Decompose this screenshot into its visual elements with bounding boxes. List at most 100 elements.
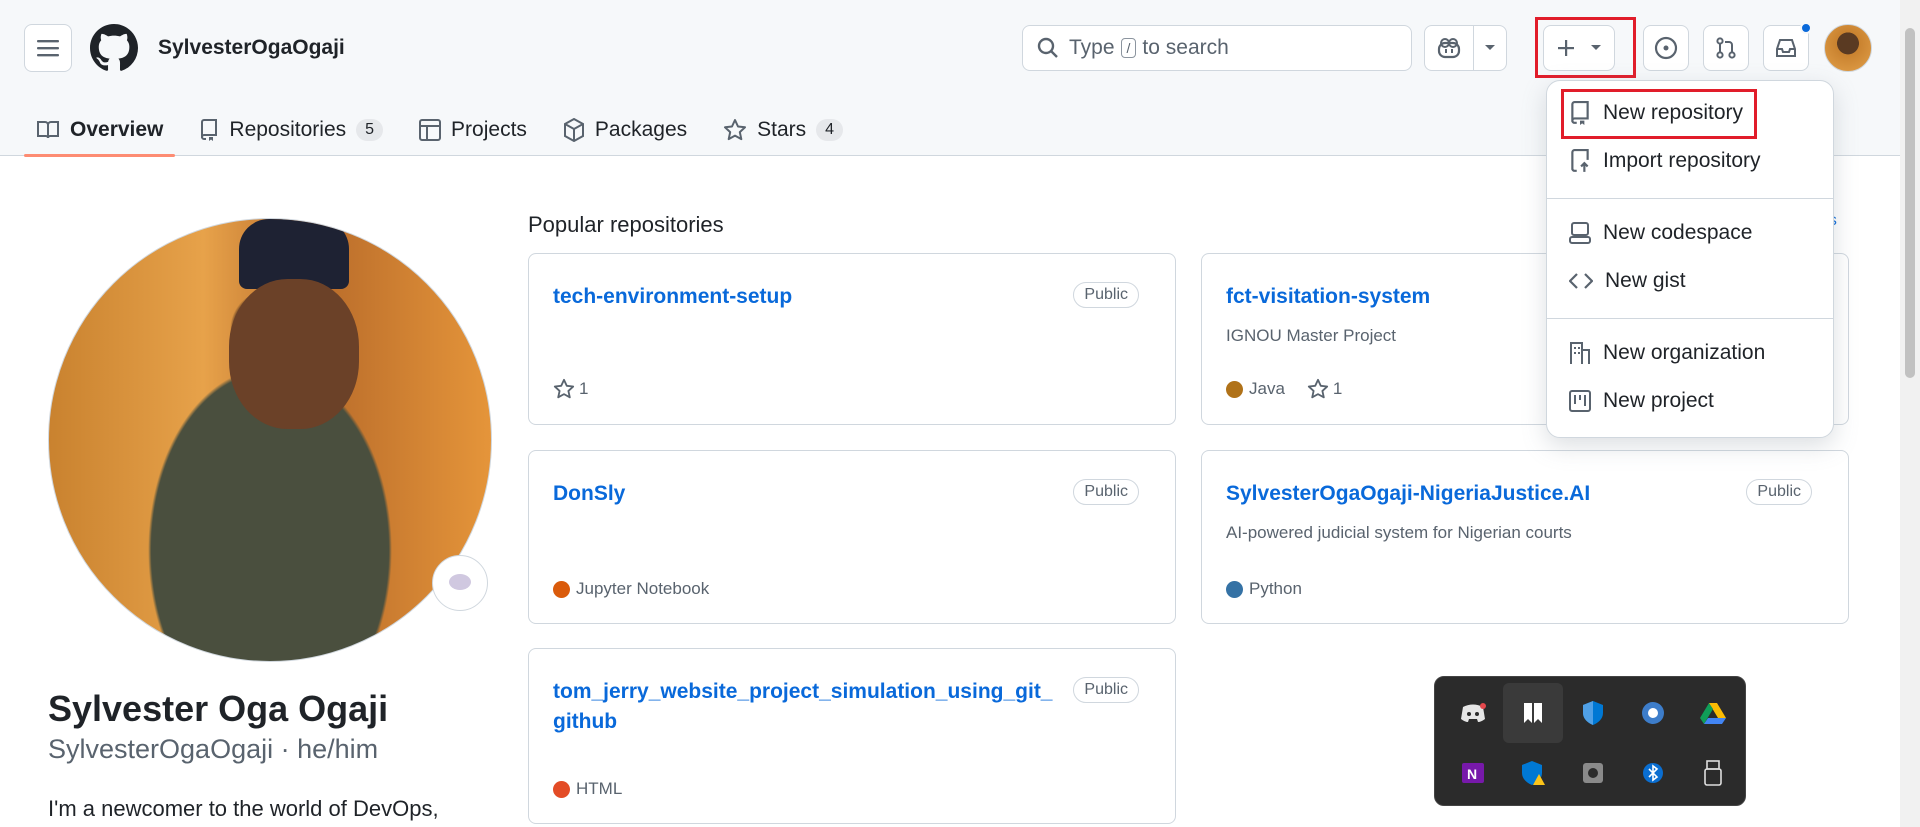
repo-name-link[interactable]: tech-environment-setup <box>553 282 1063 312</box>
language-color-dot <box>553 780 570 798</box>
smiley-icon <box>449 574 471 590</box>
menu-item-label: New gist <box>1605 269 1686 292</box>
issue-opened-icon <box>1654 36 1678 60</box>
star-count[interactable]: 1 <box>579 379 588 399</box>
repo-meta: 1 <box>553 378 588 400</box>
copilot-button[interactable] <box>1424 25 1474 71</box>
set-status-button[interactable] <box>432 555 488 611</box>
defender-icon[interactable] <box>1563 683 1623 743</box>
repo-card: tech-environment-setup Public 1 <box>528 253 1176 425</box>
repo-meta: HTML <box>553 779 622 799</box>
scrollbar-thumb[interactable] <box>1905 28 1915 378</box>
star-count[interactable]: 1 <box>1333 379 1342 399</box>
table-icon <box>1569 390 1591 412</box>
profile-bio: I'm a newcomer to the world of DevOps, <box>48 796 439 821</box>
repo-description: IGNOU Master Project <box>1226 326 1397 345</box>
codespaces-icon <box>1569 222 1591 244</box>
menu-button[interactable] <box>24 24 72 72</box>
book-icon <box>37 121 59 139</box>
profile-tabs: Overview Repositories 5 Projects Package… <box>24 104 867 157</box>
tab-label: Overview <box>70 118 164 141</box>
inbox-icon <box>1776 39 1796 57</box>
menu-divider <box>1547 198 1833 199</box>
hamburger-icon <box>37 40 59 57</box>
avatar-face <box>229 279 359 429</box>
menu-item-new-codespace[interactable]: New codespace <box>1569 221 1752 245</box>
page-scrollbar[interactable] <box>1900 0 1920 827</box>
search-shortcut-key: / <box>1120 38 1137 58</box>
tab-label: Stars <box>757 118 807 141</box>
repo-language: Jupyter Notebook <box>576 579 710 598</box>
search-placeholder-suffix: to search <box>1142 36 1229 59</box>
star-icon[interactable] <box>553 378 575 400</box>
create-button-highlight <box>1535 17 1636 78</box>
tab-projects[interactable]: Projects <box>407 104 539 156</box>
menu-item-new-organization[interactable]: New organization <box>1569 341 1765 365</box>
profile-username-link[interactable]: SylvesterOgaOgaji <box>158 36 345 60</box>
table-icon <box>419 119 442 141</box>
popular-repositories-title: Popular repositories <box>528 212 724 237</box>
menu-divider <box>1547 318 1833 319</box>
profile-avatar[interactable] <box>48 218 492 662</box>
repo-description: AI-powered judicial system for Nigerian … <box>1226 523 1572 542</box>
new-repository-highlight <box>1561 89 1757 139</box>
repo-meta: Java 1 <box>1226 378 1342 400</box>
notification-dot <box>1800 22 1812 34</box>
repo-language: Python <box>1249 579 1302 598</box>
menu-item-new-project[interactable]: New project <box>1569 389 1714 413</box>
repo-push-icon <box>1571 149 1589 172</box>
search-placeholder-prefix: Type <box>1069 36 1115 59</box>
repositories-count: 5 <box>356 119 384 141</box>
issues-button[interactable] <box>1643 25 1689 71</box>
onenote-icon[interactable]: N <box>1443 743 1503 803</box>
github-logo-icon[interactable] <box>90 24 138 72</box>
menu-item-new-gist[interactable]: New gist <box>1569 269 1686 293</box>
key-app-icon[interactable] <box>1623 683 1683 743</box>
tab-label: Projects <box>451 118 527 141</box>
visibility-badge: Public <box>1073 479 1139 505</box>
repo-name-link[interactable]: DonSly <box>553 479 1063 509</box>
tab-label: Packages <box>594 118 688 141</box>
menu-item-label: Import repository <box>1603 149 1761 172</box>
visibility-badge: Public <box>1073 282 1139 308</box>
repo-language: Java <box>1249 379 1285 398</box>
repo-language: HTML <box>576 779 623 798</box>
menu-item-import-repository[interactable]: Import repository <box>1569 149 1761 173</box>
bookmark-app-icon[interactable] <box>1503 683 1563 743</box>
menu-item-label: New codespace <box>1603 221 1753 244</box>
bluetooth-icon[interactable] <box>1623 743 1683 803</box>
code-icon <box>1569 273 1593 289</box>
usb-icon[interactable] <box>1683 743 1743 803</box>
tab-repositories[interactable]: Repositories 5 <box>187 104 395 156</box>
stars-count: 4 <box>816 119 844 141</box>
star-icon[interactable] <box>1307 378 1329 400</box>
repo-name-link[interactable]: tom_jerry_website_project_simulation_usi… <box>553 677 1063 737</box>
tab-packages[interactable]: Packages <box>551 104 699 156</box>
google-drive-icon[interactable] <box>1683 683 1743 743</box>
menu-item-label: New project <box>1603 389 1714 412</box>
svg-text:N: N <box>1467 766 1477 782</box>
repo-meta: Jupyter Notebook <box>553 579 709 599</box>
language-color-dot <box>1226 380 1243 398</box>
pull-requests-button[interactable] <box>1703 25 1749 71</box>
copilot-dropdown-button[interactable] <box>1473 25 1507 71</box>
git-pull-request-icon <box>1716 37 1736 59</box>
profile-login-pronouns: SylvesterOgaOgaji · he/him <box>48 734 379 764</box>
language-color-dot <box>553 580 570 598</box>
package-icon <box>563 118 584 142</box>
search-input[interactable]: Type / to search <box>1022 25 1412 71</box>
caret-down-icon <box>1485 45 1495 50</box>
tab-stars[interactable]: Stars 4 <box>711 104 855 156</box>
organization-icon <box>1570 342 1590 364</box>
repo-card: DonSly Public Jupyter Notebook <box>528 450 1176 624</box>
user-avatar-button[interactable] <box>1824 24 1872 72</box>
tab-overview[interactable]: Overview <box>24 104 176 157</box>
tab-label: Repositories <box>229 118 347 141</box>
security-warning-icon[interactable] <box>1503 743 1563 803</box>
repo-card: tom_jerry_website_project_simulation_usi… <box>528 648 1176 824</box>
system-tray-overflow: N <box>1434 676 1746 806</box>
discord-icon[interactable] <box>1443 683 1503 743</box>
repo-name-link[interactable]: SylvesterOgaOgaji-NigeriaJustice.AI <box>1226 479 1736 509</box>
camera-app-icon[interactable] <box>1563 743 1623 803</box>
search-icon <box>1037 37 1058 58</box>
